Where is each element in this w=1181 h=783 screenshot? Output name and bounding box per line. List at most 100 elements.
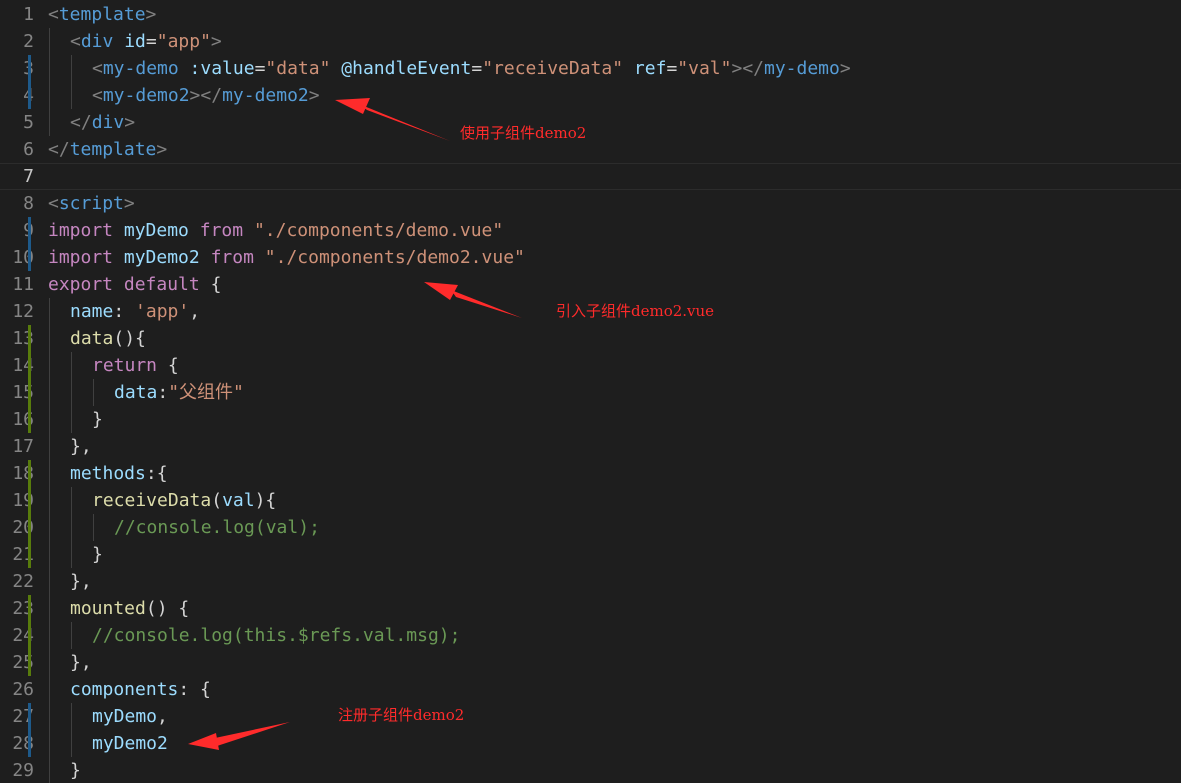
code-token: "app" xyxy=(156,31,211,52)
code-token: , xyxy=(189,301,201,322)
code-line[interactable]: 13 data(){ xyxy=(0,325,1181,352)
code-token: //console.log(this.$refs.val.msg); xyxy=(92,625,461,646)
code-token: data xyxy=(114,382,158,403)
code-line[interactable]: 5 </div> xyxy=(0,109,1181,136)
code-token: div xyxy=(80,31,114,52)
code-token: my-demo xyxy=(102,58,179,79)
indent-guide xyxy=(71,487,72,514)
indent-guide xyxy=(49,595,50,622)
code-token: > xyxy=(839,58,851,79)
indent-guide xyxy=(71,703,72,730)
gutter-change-marker xyxy=(28,82,31,109)
code-line[interactable]: 19 receiveData(val){ xyxy=(0,487,1181,514)
code-text: data(){ xyxy=(70,325,146,352)
indent-guide xyxy=(71,82,72,109)
indent-guide xyxy=(49,757,50,783)
code-token: @handleEvent xyxy=(341,58,472,79)
code-line[interactable]: 3<my-demo :value="data" @handleEvent="re… xyxy=(0,55,1181,82)
code-token: myDemo xyxy=(123,220,189,241)
code-line[interactable]: 21} xyxy=(0,541,1181,568)
code-line[interactable]: 29} xyxy=(0,757,1181,783)
indent-guide xyxy=(49,298,50,325)
indent-guide xyxy=(49,649,50,676)
code-line[interactable]: 24//console.log(this.$refs.val.msg); xyxy=(0,622,1181,649)
indent-guide xyxy=(71,406,72,433)
code-text: </template> xyxy=(48,136,167,163)
indent-guide xyxy=(49,622,50,649)
code-token: > xyxy=(145,4,157,25)
code-token: { xyxy=(157,355,179,376)
gutter-change-marker xyxy=(28,730,31,757)
annotation-import-demo2: 引入子组件demo2.vue xyxy=(556,302,715,320)
code-token: 'app' xyxy=(135,301,190,322)
code-token: > xyxy=(731,58,743,79)
code-line[interactable]: 28 myDemo2 xyxy=(0,730,1181,757)
code-editor[interactable]: 1<template>2<div id="app">3<my-demo :val… xyxy=(0,0,1181,783)
line-number: 26 xyxy=(12,679,34,700)
code-line[interactable]: 27 myDemo, xyxy=(0,703,1181,730)
code-line[interactable]: 14 return { xyxy=(0,352,1181,379)
code-line[interactable]: 6 </template> xyxy=(0,136,1181,163)
code-token: </ xyxy=(70,112,92,133)
code-token: data xyxy=(70,328,114,349)
code-token: return xyxy=(92,355,158,376)
code-text: } xyxy=(70,757,81,783)
code-line[interactable]: 4<my-demo2></my-demo2> xyxy=(0,82,1181,109)
code-token: id xyxy=(124,31,146,52)
code-line[interactable]: 17}, xyxy=(0,433,1181,460)
code-token: }, xyxy=(70,652,92,673)
code-token: template xyxy=(58,4,146,25)
indent-guide xyxy=(71,622,72,649)
code-line[interactable]: 16} xyxy=(0,406,1181,433)
code-token: import xyxy=(48,220,114,241)
code-token: = xyxy=(471,58,483,79)
code-line[interactable]: 20//console.log(val); xyxy=(0,514,1181,541)
code-text: </div> xyxy=(70,109,135,136)
code-token: val xyxy=(222,490,255,511)
code-line[interactable]: 2 <div id="app"> xyxy=(0,28,1181,55)
code-text: }, xyxy=(70,568,92,595)
code-token: = xyxy=(666,58,678,79)
code-line[interactable]: 7 xyxy=(0,163,1181,190)
code-text: name: 'app', xyxy=(70,298,200,325)
code-line[interactable]: 9import myDemo from "./components/demo.v… xyxy=(0,217,1181,244)
code-text: receiveData(val){ xyxy=(92,487,276,514)
gutter-change-marker xyxy=(28,244,31,271)
code-text: <my-demo :value="data" @handleEvent="rec… xyxy=(92,55,851,82)
code-token: div xyxy=(91,112,125,133)
code-token: "receiveData" xyxy=(482,58,624,79)
gutter-change-marker xyxy=(28,217,31,244)
code-token: } xyxy=(70,760,81,781)
code-line[interactable]: 15 data:"父组件" xyxy=(0,379,1181,406)
code-text: mounted() { xyxy=(70,595,189,622)
code-line[interactable]: 22}, xyxy=(0,568,1181,595)
code-line[interactable]: 23 mounted() { xyxy=(0,595,1181,622)
code-text: myDemo, xyxy=(92,703,168,730)
code-line[interactable]: 26 components: { xyxy=(0,676,1181,703)
indent-guide xyxy=(49,325,50,352)
code-token: > xyxy=(308,85,320,106)
code-line[interactable]: 18 methods:{ xyxy=(0,460,1181,487)
code-line[interactable]: 8 <script> xyxy=(0,190,1181,217)
indent-guide xyxy=(49,379,50,406)
code-line[interactable]: 11 export default { xyxy=(0,271,1181,298)
code-token: methods xyxy=(70,463,146,484)
code-text: return { xyxy=(92,352,179,379)
code-token: mounted xyxy=(70,598,146,619)
code-token: my-demo2 xyxy=(222,85,309,106)
indent-guide xyxy=(71,352,72,379)
indent-guide xyxy=(71,514,72,541)
code-text: //console.log(val); xyxy=(114,514,320,541)
code-line[interactable]: 1 <template> xyxy=(0,1,1181,28)
indent-guide xyxy=(49,568,50,595)
line-number: 1 xyxy=(23,4,34,25)
code-text: <div id="app"> xyxy=(70,28,222,55)
code-line[interactable]: 10 import myDemo2 from "./components/demo… xyxy=(0,244,1181,271)
code-token: , xyxy=(157,706,168,727)
code-line[interactable]: 25}, xyxy=(0,649,1181,676)
